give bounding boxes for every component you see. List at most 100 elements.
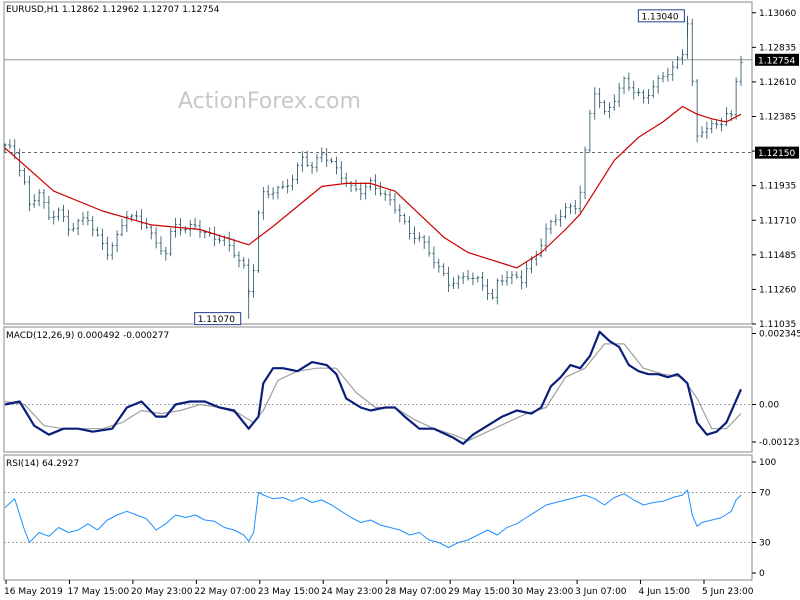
candle [432,246,436,269]
macd-lines [4,330,752,445]
price-tick-label: 1.12385 [759,113,796,123]
candle [183,226,187,234]
candle [417,232,421,242]
rsi-title: RSI(14) 64.2927 [6,459,79,469]
candle [139,209,144,230]
candle [310,161,314,174]
macd-main-line [4,330,743,445]
candle [105,236,109,260]
candle [339,160,343,184]
rsi-tick-label: 30 [759,539,771,549]
candle [680,49,685,65]
candle [42,188,46,209]
time-tick-label: 29 May 15:00 [448,587,510,597]
candle [52,210,56,225]
candle [320,147,324,163]
candle [690,18,694,87]
candle [159,236,163,255]
candle [383,190,387,201]
candle [554,214,558,226]
candle [8,139,12,150]
candle [671,61,675,81]
candle [237,251,241,268]
candle [656,75,660,94]
candle [290,174,295,191]
rsi-line [4,489,742,548]
candle [115,230,119,253]
price-tick-label: 1.11260 [759,285,796,295]
candle [334,156,339,175]
time-tick-label: 5 Jun 23:00 [702,587,754,597]
candle [271,187,275,200]
level-price-label: 1.12150 [758,149,795,159]
main-horizontal-levels [4,59,752,154]
candle [193,217,197,229]
candle [407,216,412,240]
macd-tick-label: 0.002345 [759,330,800,340]
candle [169,228,173,257]
candle [446,266,451,293]
price-tick-label: 1.12835 [759,43,796,53]
main-chart-title: EURUSD,H1 1.12862 1.12962 1.12707 1.1275… [6,5,220,15]
price-tick-label: 1.11710 [759,216,796,226]
time-tick-label: 3 Jun 07:00 [575,587,627,597]
candle [403,213,407,225]
swing-high-label: 1.13040 [641,12,678,22]
candle [212,226,217,247]
candle [719,117,724,132]
candle [300,151,304,172]
candle [281,181,285,190]
candle [266,184,270,199]
candle [539,238,543,258]
candle [242,256,246,269]
candle [715,120,719,129]
candle [534,250,538,266]
candle [651,80,655,98]
candle [456,274,460,289]
candle [451,277,456,290]
candle [583,146,587,200]
candle [734,77,738,120]
candle [739,55,743,87]
time-tick-label: 20 May 23:00 [131,587,193,597]
time-tick-label: 16 May 2019 [4,587,63,597]
candle [495,278,499,305]
candle [135,210,139,221]
price-axes: 1.130601.128351.126101.123851.121601.119… [752,9,800,579]
candle [705,121,709,139]
candle [676,55,680,70]
candle [549,219,553,235]
candle [593,87,597,120]
time-tick-label: 28 May 07:00 [385,587,447,597]
time-tick-label: 17 May 15:00 [67,587,129,597]
candle [524,262,529,288]
watermark-text: ActionForex.com [178,89,361,114]
candle [388,190,392,206]
candle [256,210,261,273]
candle [393,193,397,214]
candle [295,162,300,185]
price-tick-label: 1.11935 [759,182,796,192]
candle [641,89,646,104]
price-tick-label: 1.13060 [759,9,796,19]
macd-panel-frame [3,326,753,453]
time-tick-label: 4 Jun 15:00 [639,587,691,597]
candle [276,185,280,200]
candle [710,119,714,134]
candle [398,204,402,223]
candle [661,72,665,83]
candle [329,157,334,164]
time-tick-label: 24 May 23:00 [321,587,383,597]
candle [76,218,80,236]
candle [261,187,265,220]
candle [559,209,563,227]
candle [110,242,114,260]
candle [471,272,475,286]
moving-average-line [4,105,742,269]
rsi-tick-label: 0 [759,569,765,579]
candle [612,94,616,111]
candle [96,226,100,237]
candle [700,126,704,138]
candle [164,246,168,261]
candle [251,264,256,298]
